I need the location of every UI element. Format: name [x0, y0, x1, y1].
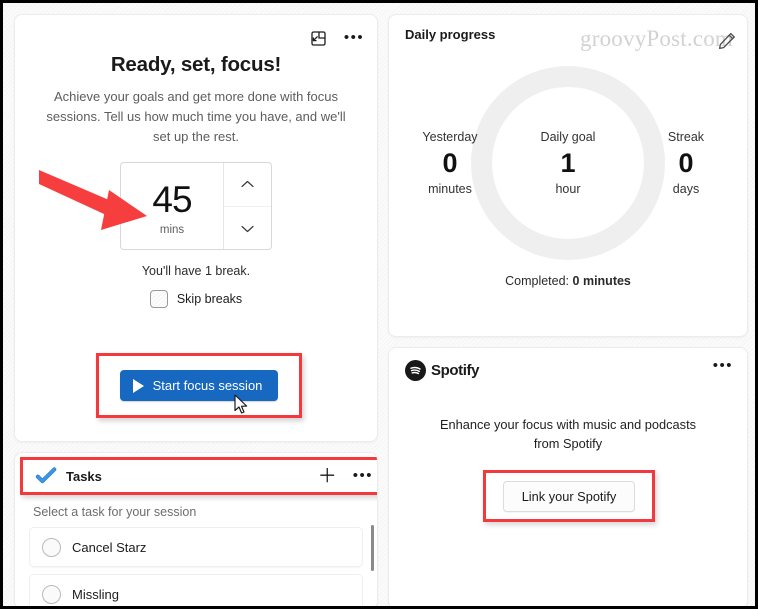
spotify-more-options-icon[interactable]: •••	[713, 358, 733, 373]
popout-miniview-icon[interactable]	[307, 27, 329, 49]
daily-progress-card: Daily progress groovyPost.com Yesterday …	[388, 14, 748, 337]
spotify-button-highlight: Link your Spotify	[483, 470, 655, 522]
duration-value-area: 45 mins	[121, 163, 223, 249]
tasks-card: Tasks ＋ ••• Select a task for your sessi…	[14, 452, 378, 606]
page-title: Ready, set, focus!	[110, 53, 282, 76]
spotify-header: Spotify •••	[405, 358, 733, 381]
duration-value: 45	[152, 178, 192, 220]
break-note: You'll have 1 break.	[141, 264, 251, 279]
more-options-icon[interactable]: •••	[343, 27, 365, 49]
focus-sessions-window: ••• Ready, set, focus! Achieve your goal…	[0, 0, 758, 609]
stat-value: 0	[678, 148, 694, 178]
stat-unit: days	[672, 182, 700, 196]
duration-picker-wrap: 45 mins	[29, 162, 363, 251]
chevron-down-icon[interactable]	[224, 205, 271, 250]
stat-daily-goal: Daily goal 1 hour	[525, 130, 611, 196]
duration-unit: mins	[159, 223, 185, 236]
start-button-highlight: Start focus session	[96, 353, 302, 418]
more-options-glyph: •••	[343, 29, 365, 46]
left-column: ••• Ready, set, focus! Achieve your goal…	[14, 14, 378, 606]
daily-goal-ring-area: Yesterday 0 minutes Daily goal 1 hour St…	[405, 48, 731, 278]
tasks-header-highlight: Tasks ＋ •••	[20, 457, 377, 495]
task-label: Cancel Starz	[72, 539, 147, 555]
microsoft-todo-check-icon	[35, 467, 57, 484]
skip-breaks-row[interactable]: Skip breaks	[29, 290, 363, 309]
skip-breaks-checkbox[interactable]	[149, 290, 168, 309]
stat-yesterday: Yesterday 0 minutes	[407, 130, 493, 196]
spotify-logo-icon	[405, 360, 426, 381]
focus-session-card: ••• Ready, set, focus! Achieve your goal…	[14, 14, 378, 442]
spotify-card: Spotify ••• Enhance your focus with musi…	[388, 347, 748, 606]
task-radio-icon[interactable]	[42, 584, 61, 604]
task-label: Missling	[72, 586, 119, 602]
stat-value: 0	[442, 148, 458, 178]
tasks-body: Select a task for your session Cancel St…	[15, 501, 377, 606]
stat-caption: Daily goal	[540, 130, 596, 144]
stat-caption: Yesterday	[422, 130, 478, 144]
duration-stepper-buttons	[223, 163, 271, 250]
list-item[interactable]: Cancel Starz	[29, 527, 363, 567]
stat-unit: minutes	[428, 182, 472, 196]
list-item[interactable]: Missling	[29, 574, 363, 606]
task-radio-icon[interactable]	[42, 537, 61, 557]
stat-caption: Streak	[667, 130, 705, 144]
right-column: Daily progress groovyPost.com Yesterday …	[388, 14, 748, 606]
skip-breaks-label: Skip breaks	[176, 292, 243, 307]
spotify-description: Enhance your focus with music and podcas…	[439, 417, 697, 452]
stat-streak: Streak 0 days	[643, 130, 729, 196]
tasks-title: Tasks	[66, 468, 102, 484]
spotify-brand-label: Spotify	[431, 362, 480, 379]
tasks-header: Tasks ＋ •••	[23, 460, 377, 492]
tasks-more-options-icon[interactable]: •••	[353, 468, 373, 483]
play-icon	[132, 378, 144, 393]
tasks-hint: Select a task for your session	[33, 505, 197, 519]
start-focus-session-label: Start focus session	[152, 378, 263, 393]
focus-subtitle: Achieve your goals and get more done wit…	[46, 89, 346, 144]
chevron-up-icon[interactable]	[224, 163, 271, 206]
link-spotify-button[interactable]: Link your Spotify	[502, 480, 636, 512]
tasks-scrollbar[interactable]	[371, 525, 374, 571]
duration-stepper[interactable]: 45 mins	[120, 162, 272, 251]
focus-card-header-actions: •••	[307, 27, 365, 49]
stat-unit: hour	[555, 182, 581, 196]
start-focus-session-button[interactable]: Start focus session	[119, 370, 279, 401]
plus-icon[interactable]: ＋	[318, 467, 337, 486]
panel-columns: ••• Ready, set, focus! Achieve your goal…	[6, 6, 755, 606]
stat-value: 1	[560, 148, 576, 178]
